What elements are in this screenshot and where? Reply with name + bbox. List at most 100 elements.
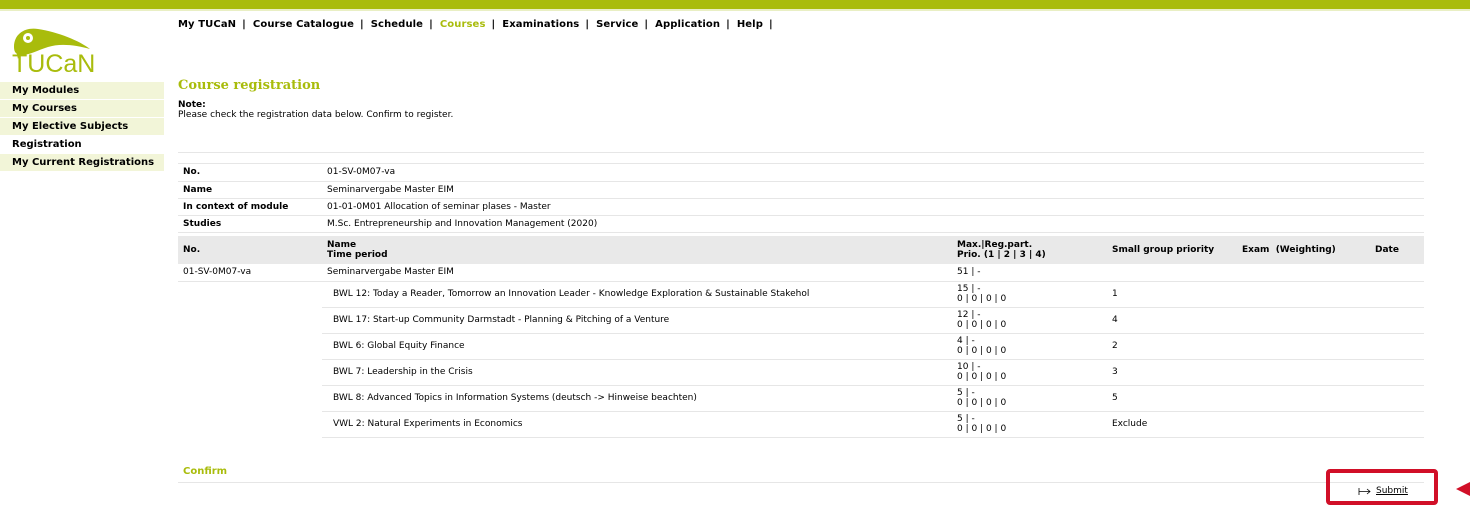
sub-course-no: [178, 359, 322, 386]
nav-separator: |: [585, 19, 590, 30]
table-row: BWL 12: Today a Reader, Tomorrow an Inno…: [178, 281, 1424, 308]
sub-course-no: [178, 281, 322, 308]
main-content: Course registration Note: Please check t…: [178, 78, 1424, 120]
divider: [178, 152, 1424, 153]
sub-course-places: 15 | -0 | 0 | 0 | 0: [952, 281, 1107, 308]
nav-separator: |: [429, 19, 433, 30]
info-key: In context of module: [178, 198, 322, 216]
nav-courses[interactable]: Courses: [440, 19, 486, 30]
table-row: VWL 2: Natural Experiments in Economics …: [178, 411, 1424, 438]
info-value: M.Sc. Entrepreneurship and Innovation Ma…: [322, 215, 1424, 233]
sub-course-date: [1370, 385, 1424, 412]
nav-separator: |: [726, 19, 730, 30]
sub-course-priority: Exclude: [1107, 411, 1237, 438]
submit-arrow-icon: [1358, 487, 1371, 495]
nav-course-catalogue[interactable]: Course Catalogue: [253, 19, 354, 30]
sidebar-item-my-current-registrations[interactable]: My Current Registrations: [0, 154, 164, 172]
table-row: 01-SV-0M07-va Seminarvergabe Master EIM …: [178, 264, 1424, 282]
sub-course-priority: 1: [1107, 281, 1237, 308]
sidebar-item-my-modules[interactable]: My Modules: [0, 82, 164, 100]
info-row: In context of module 01-01-0M01 Allocati…: [178, 198, 1424, 216]
nav-separator: |: [359, 19, 364, 30]
sub-course-prio: 0 | 0 | 0 | 0: [957, 424, 1007, 434]
info-row: No. 01-SV-0M07-va: [178, 164, 1424, 182]
sub-course-prio: 0 | 0 | 0 | 0: [957, 398, 1007, 408]
sub-course-priority: 3: [1107, 359, 1237, 386]
sub-course-date: [1370, 359, 1424, 386]
sub-course-prio: 0 | 0 | 0 | 0: [957, 346, 1007, 356]
course-table: No. Name Time period Max.|Reg.part. Prio…: [178, 236, 1424, 438]
sub-course-exam: [1237, 385, 1370, 412]
sub-course-exam: [1237, 281, 1370, 308]
col-header-weighting-label: (Weighting): [1275, 245, 1336, 255]
sidebar-item-my-elective-subjects[interactable]: My Elective Subjects: [0, 118, 164, 136]
sub-course-places: 5 | -0 | 0 | 0 | 0: [952, 411, 1107, 438]
info-value: 01-SV-0M07-va: [322, 164, 1424, 182]
nav-help[interactable]: Help: [737, 19, 763, 30]
sub-course-exam: [1237, 307, 1370, 334]
sub-course-name: VWL 2: Natural Experiments in Economics: [322, 411, 952, 438]
top-accent-line: [0, 9, 1470, 11]
nav-schedule[interactable]: Schedule: [371, 19, 423, 30]
col-header-exam: Exam (Weighting): [1237, 236, 1370, 264]
sub-course-date: [1370, 281, 1424, 308]
sub-course-max: 5 | -: [957, 388, 975, 398]
registration-info-table: No. 01-SV-0M07-va Name Seminarvergabe Ma…: [178, 164, 1424, 233]
sub-course-max: 4 | -: [957, 336, 975, 346]
course-name: Seminarvergabe Master EIM: [322, 264, 952, 282]
sub-course-no: [178, 385, 322, 412]
info-value: 01-01-0M01 Allocation of seminar plases …: [322, 198, 1424, 216]
nav-examinations[interactable]: Examinations: [502, 19, 579, 30]
sidebar-item-registration[interactable]: Registration: [0, 136, 164, 154]
nav-my-tucan[interactable]: My TUCaN: [178, 19, 236, 30]
info-value: Seminarvergabe Master EIM: [322, 181, 1424, 199]
sub-course-prio: 0 | 0 | 0 | 0: [957, 294, 1007, 304]
top-accent-bar: [0, 0, 1470, 9]
col-header-exam-label: Exam: [1242, 245, 1270, 255]
sub-course-name: BWL 6: Global Equity Finance: [322, 333, 952, 360]
col-header-prio-label: Prio. (1 | 2 | 3 | 4): [957, 250, 1046, 260]
info-row: Studies M.Sc. Entrepreneurship and Innov…: [178, 215, 1424, 233]
col-header-date: Date: [1370, 236, 1424, 264]
info-row: Name Seminarvergabe Master EIM: [178, 181, 1424, 199]
confirm-heading: Confirm: [183, 466, 228, 477]
sub-course-places: 4 | -0 | 0 | 0 | 0: [952, 333, 1107, 360]
sub-course-places: 10 | -0 | 0 | 0 | 0: [952, 359, 1107, 386]
course-date: [1370, 264, 1424, 282]
sub-course-prio: 0 | 0 | 0 | 0: [957, 372, 1007, 382]
sub-course-date: [1370, 307, 1424, 334]
pointer-arrow-icon: [1456, 482, 1470, 496]
nav-separator: |: [768, 19, 773, 30]
course-no: 01-SV-0M07-va: [178, 264, 322, 282]
sub-course-priority: 2: [1107, 333, 1237, 360]
table-row: BWL 7: Leadership in the Crisis 10 | -0 …: [178, 359, 1424, 386]
confirm-divider: [178, 482, 1424, 483]
page-title: Course registration: [178, 78, 321, 93]
col-header-small-group: Small group priority: [1107, 236, 1237, 264]
sub-course-exam: [1237, 411, 1370, 438]
sidebar-item-my-courses[interactable]: My Courses: [0, 100, 164, 118]
sub-course-priority: 4: [1107, 307, 1237, 334]
sub-course-no: [178, 307, 322, 334]
note-text: Please check the registration data below…: [178, 110, 454, 120]
submit-button[interactable]: Submit: [1358, 486, 1408, 496]
sub-course-places: 12 | -0 | 0 | 0 | 0: [952, 307, 1107, 334]
table-row: BWL 17: Start-up Community Darmstadt - P…: [178, 307, 1424, 334]
sub-course-name: BWL 8: Advanced Topics in Information Sy…: [322, 385, 952, 412]
nav-separator: |: [644, 19, 649, 30]
sub-course-no: [178, 333, 322, 360]
nav-service[interactable]: Service: [596, 19, 638, 30]
sub-course-prio: 0 | 0 | 0 | 0: [957, 320, 1007, 330]
nav-application[interactable]: Application: [655, 19, 720, 30]
sub-course-no: [178, 411, 322, 438]
col-header-max-label: Max.|Reg.part.: [957, 240, 1033, 250]
info-key: No.: [178, 164, 322, 182]
submit-label: Submit: [1376, 486, 1408, 496]
top-navigation: My TUCaN | Course Catalogue | Schedule | Co…: [178, 19, 780, 30]
course-max: 51 | -: [952, 264, 1107, 282]
sub-course-exam: [1237, 333, 1370, 360]
course-exam: [1237, 264, 1370, 282]
col-header-name-label: Name: [327, 240, 357, 250]
sub-course-date: [1370, 411, 1424, 438]
logo-text: TUCaN: [12, 50, 96, 78]
